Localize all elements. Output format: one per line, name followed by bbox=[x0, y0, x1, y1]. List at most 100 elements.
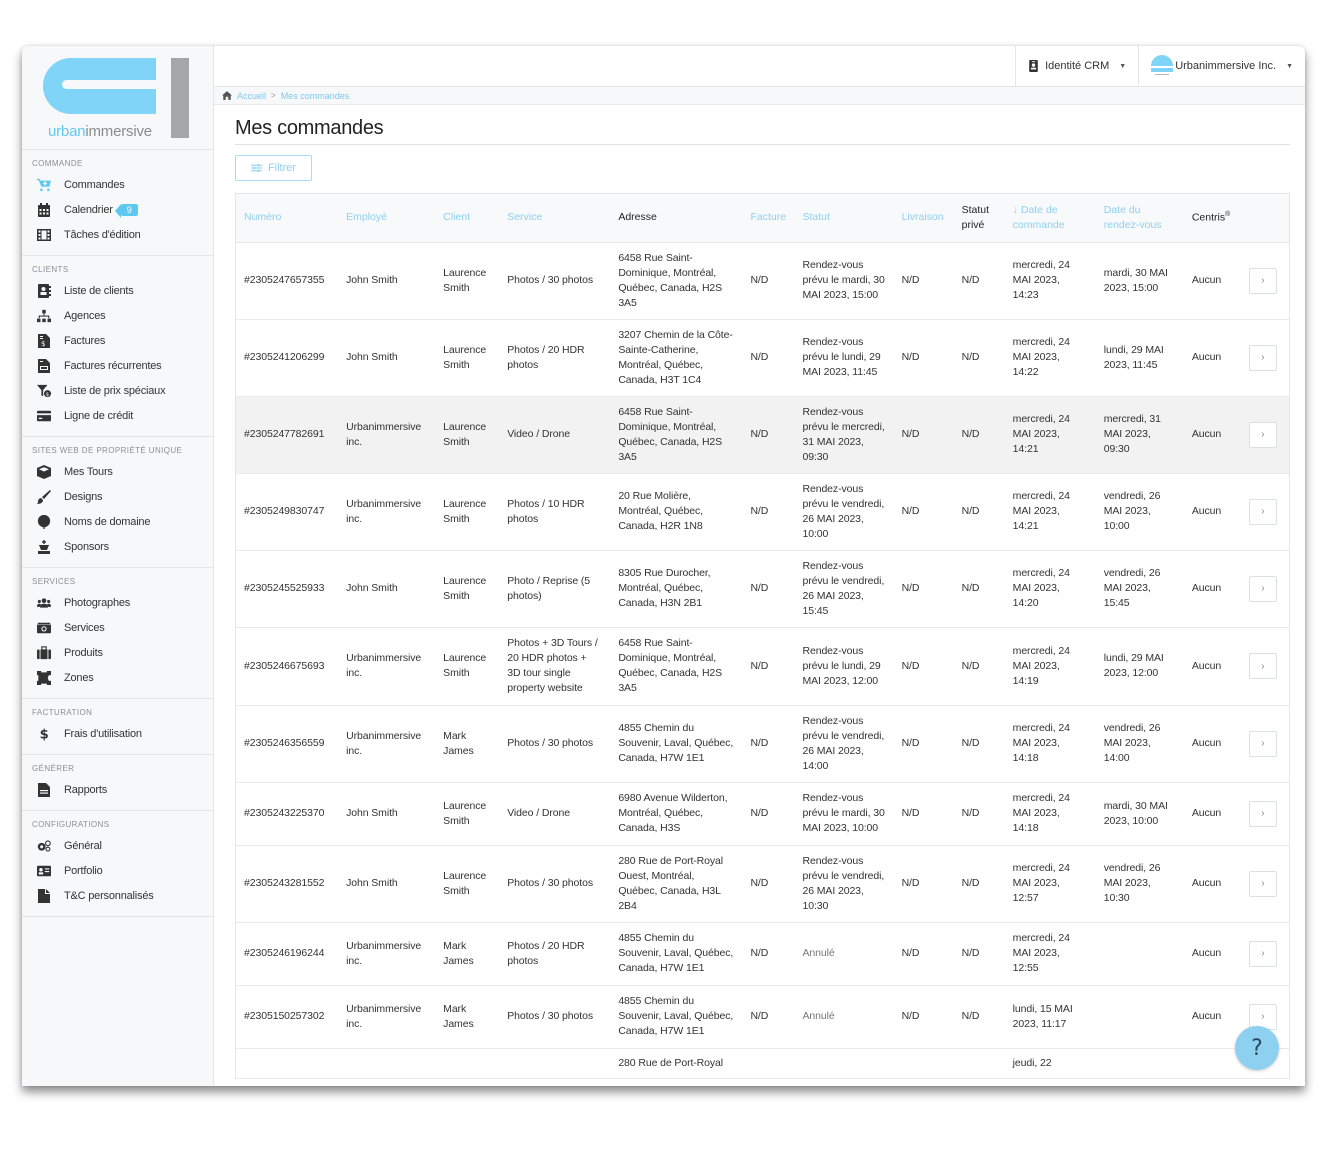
account-dropdown[interactable]: Urbanimmersive Inc. ▼ bbox=[1138, 46, 1305, 86]
cell-order-date: jeudi, 22 bbox=[1004, 1048, 1096, 1079]
open-order-button[interactable]: › bbox=[1248, 498, 1277, 525]
table-row[interactable]: #2305150257302 Urbanimmersive inc. Mark Ja… bbox=[236, 985, 1289, 1049]
open-order-button[interactable]: › bbox=[1248, 730, 1277, 757]
cell-employee: John Smith bbox=[338, 782, 436, 846]
sidebar-item-factures[interactable]: $ Factures bbox=[22, 328, 213, 353]
column-header[interactable]: Facture bbox=[742, 194, 795, 243]
cell-service: Photos / 20 HDR photos bbox=[499, 922, 611, 986]
sidebar-item-mes-tours[interactable]: Mes Tours bbox=[22, 459, 213, 484]
sidebar-item-zones[interactable]: Zones bbox=[22, 665, 213, 690]
sidebar-item-label: Calendrier bbox=[64, 203, 113, 216]
sidebar-item-taches-d-edition[interactable]: Tâches d'édition bbox=[22, 222, 213, 247]
cell-address: 4855 Chemin du Souvenir, Laval, Québec, … bbox=[610, 985, 743, 1049]
invoice-icon: $ bbox=[36, 333, 52, 349]
breadcrumb-current[interactable]: Mes commandes bbox=[281, 91, 350, 101]
sidebar-item-designs[interactable]: Designs bbox=[22, 484, 213, 509]
table-row[interactable]: #2305247657355 John Smith Laurence Smith Ph… bbox=[236, 242, 1289, 320]
home-icon bbox=[222, 91, 232, 100]
breadcrumb-home[interactable]: Accueil bbox=[237, 91, 266, 101]
sidebar-item-photographes[interactable]: Photographes bbox=[22, 590, 213, 615]
table-row[interactable]: #2305241206299 John Smith Laurence Smith Ph… bbox=[236, 319, 1289, 397]
table-row[interactable]: #2305246356559 Urbanimmersive inc. Mark Ja… bbox=[236, 705, 1289, 783]
sidebar-item-t-c-personnalises[interactable]: T&C personnalisés bbox=[22, 883, 213, 908]
table-row[interactable]: #2305243281552 John Smith Laurence Smith Ph… bbox=[236, 845, 1289, 923]
sidebar-item-frais-d-utilisation[interactable]: $ Frais d'utilisation bbox=[22, 721, 213, 746]
sidebar-item-general[interactable]: Général bbox=[22, 833, 213, 858]
cell-client: Laurence Smith bbox=[435, 550, 500, 628]
cell-invoice: N/D bbox=[742, 627, 795, 706]
crm-identity-dropdown[interactable]: Identité CRM ▼ bbox=[1015, 46, 1138, 86]
sidebar-item-services[interactable]: Services bbox=[22, 615, 213, 640]
chevron-right-icon: › bbox=[1261, 738, 1265, 749]
cell-client: Laurence Smith bbox=[435, 845, 500, 923]
table-row[interactable]: #2305246675693 Urbanimmersive inc. Laurenc… bbox=[236, 627, 1289, 706]
cell-private-status: N/D bbox=[953, 705, 1005, 783]
sidebar-item-produits[interactable]: Produits bbox=[22, 640, 213, 665]
column-header[interactable]: Statut bbox=[794, 194, 894, 243]
cell-delivery bbox=[893, 1048, 954, 1079]
chevron-right-icon: › bbox=[1261, 275, 1265, 286]
sidebar-item-sponsors[interactable]: Sponsors bbox=[22, 534, 213, 559]
open-order-button[interactable]: › bbox=[1248, 940, 1277, 967]
column-header[interactable]: Client bbox=[435, 194, 500, 243]
open-order-button[interactable]: › bbox=[1248, 421, 1277, 448]
table-header-row: Numéro Employé Client Service Adresse Facture… bbox=[236, 194, 1289, 243]
open-order-button[interactable]: › bbox=[1248, 267, 1277, 294]
cell-status: Rendez-vous prévu le vendredi, 26 MAI 20… bbox=[794, 473, 894, 551]
sidebar-item-label: Ligne de crédit bbox=[64, 409, 134, 422]
cell-service: Photo / Reprise (5 photos) bbox=[499, 550, 611, 628]
sidebar-item-factures-recurrentes[interactable]: Factures récurrentes bbox=[22, 353, 213, 378]
nav-section-title: Configurations bbox=[32, 820, 110, 829]
cell-order-number: #2305243225370 bbox=[236, 782, 339, 846]
column-header bbox=[1240, 194, 1289, 243]
open-order-button[interactable]: › bbox=[1248, 575, 1277, 602]
sidebar-item-agences[interactable]: Agences bbox=[22, 303, 213, 328]
cell-appointment-date: mardi, 30 MAI 2023, 10:00 bbox=[1095, 782, 1184, 846]
open-order-button[interactable]: › bbox=[1248, 344, 1277, 371]
sidebar-item-portfolio[interactable]: Portfolio bbox=[22, 858, 213, 883]
cell-status: Rendez-vous prévu le vendredi, 26 MAI 20… bbox=[794, 845, 894, 923]
sidebar-item-ligne-de-credit[interactable]: Ligne de crédit bbox=[22, 403, 213, 428]
cell-employee: John Smith bbox=[338, 319, 436, 397]
cell-order-number: #2305245525933 bbox=[236, 550, 339, 628]
sidebar-item-liste-de-prix-speciaux[interactable]: $ Liste de prix spéciaux bbox=[22, 378, 213, 403]
brand-logo[interactable]: urbanimmersive bbox=[22, 46, 213, 150]
table-row[interactable]: 280 Rue de Port-Royal jeudi, 22 bbox=[236, 1048, 1289, 1079]
table-row[interactable]: #2305245525933 John Smith Laurence Smith Ph… bbox=[236, 550, 1289, 628]
sitemap-icon bbox=[36, 308, 52, 324]
filter-button[interactable]: Filtrer bbox=[235, 155, 312, 181]
table-row[interactable]: #2305249830747 Urbanimmersive inc. Laurenc… bbox=[236, 473, 1289, 551]
open-order-button[interactable]: › bbox=[1248, 870, 1277, 897]
sidebar-item-calendrier[interactable]: Calendrier 9 bbox=[22, 197, 213, 222]
sidebar-item-liste-de-clients[interactable]: Liste de clients bbox=[22, 278, 213, 303]
column-header-label: Date de commande bbox=[1012, 204, 1065, 231]
cell-invoice: N/D bbox=[742, 319, 795, 397]
column-header-label: Numéro bbox=[244, 211, 282, 224]
cell-invoice: N/D bbox=[742, 473, 795, 551]
sidebar-item-rapports[interactable]: Rapports bbox=[22, 777, 213, 802]
cell-invoice bbox=[742, 1048, 795, 1079]
help-button[interactable]: ? bbox=[1235, 1026, 1279, 1070]
sidebar-item-noms-de-domaine[interactable]: Noms de domaine bbox=[22, 509, 213, 534]
column-header-label: Livraison bbox=[901, 211, 944, 224]
cell-appointment-date: vendredi, 26 MAI 2023, 15:45 bbox=[1095, 550, 1184, 628]
cell-status: Annulé bbox=[794, 985, 894, 1049]
table-body: #2305247657355 John Smith Laurence Smith Ph… bbox=[236, 242, 1289, 1079]
logo-i-shape bbox=[171, 58, 189, 138]
open-order-button[interactable]: › bbox=[1248, 653, 1277, 679]
cell-delivery: N/D bbox=[893, 845, 954, 923]
table-row[interactable]: #2305243225370 John Smith Laurence Smith Vi… bbox=[236, 782, 1289, 846]
table-row[interactable]: #2305247782691 Urbanimmersive inc. Laurenc… bbox=[236, 396, 1289, 474]
column-header[interactable]: Date du rendez-vous bbox=[1095, 194, 1184, 243]
chevron-right-icon: › bbox=[1261, 583, 1265, 594]
table-row[interactable]: #2305246196244 Urbanimmersive inc. Mark Ja… bbox=[236, 922, 1289, 986]
column-header[interactable]: ↓ Date de commande bbox=[1004, 194, 1096, 243]
nav-section-title: Sites web de propriété unique bbox=[32, 446, 183, 455]
column-header[interactable]: Livraison bbox=[893, 194, 954, 243]
open-order-button[interactable]: › bbox=[1248, 800, 1277, 827]
column-header[interactable]: Numéro bbox=[236, 194, 339, 243]
column-header[interactable]: Service bbox=[499, 194, 611, 243]
sidebar-item-commandes[interactable]: Commandes bbox=[22, 172, 213, 197]
column-header[interactable]: Employé bbox=[338, 194, 436, 243]
cell-address: 4855 Chemin du Souvenir, Laval, Québec, … bbox=[610, 922, 743, 986]
